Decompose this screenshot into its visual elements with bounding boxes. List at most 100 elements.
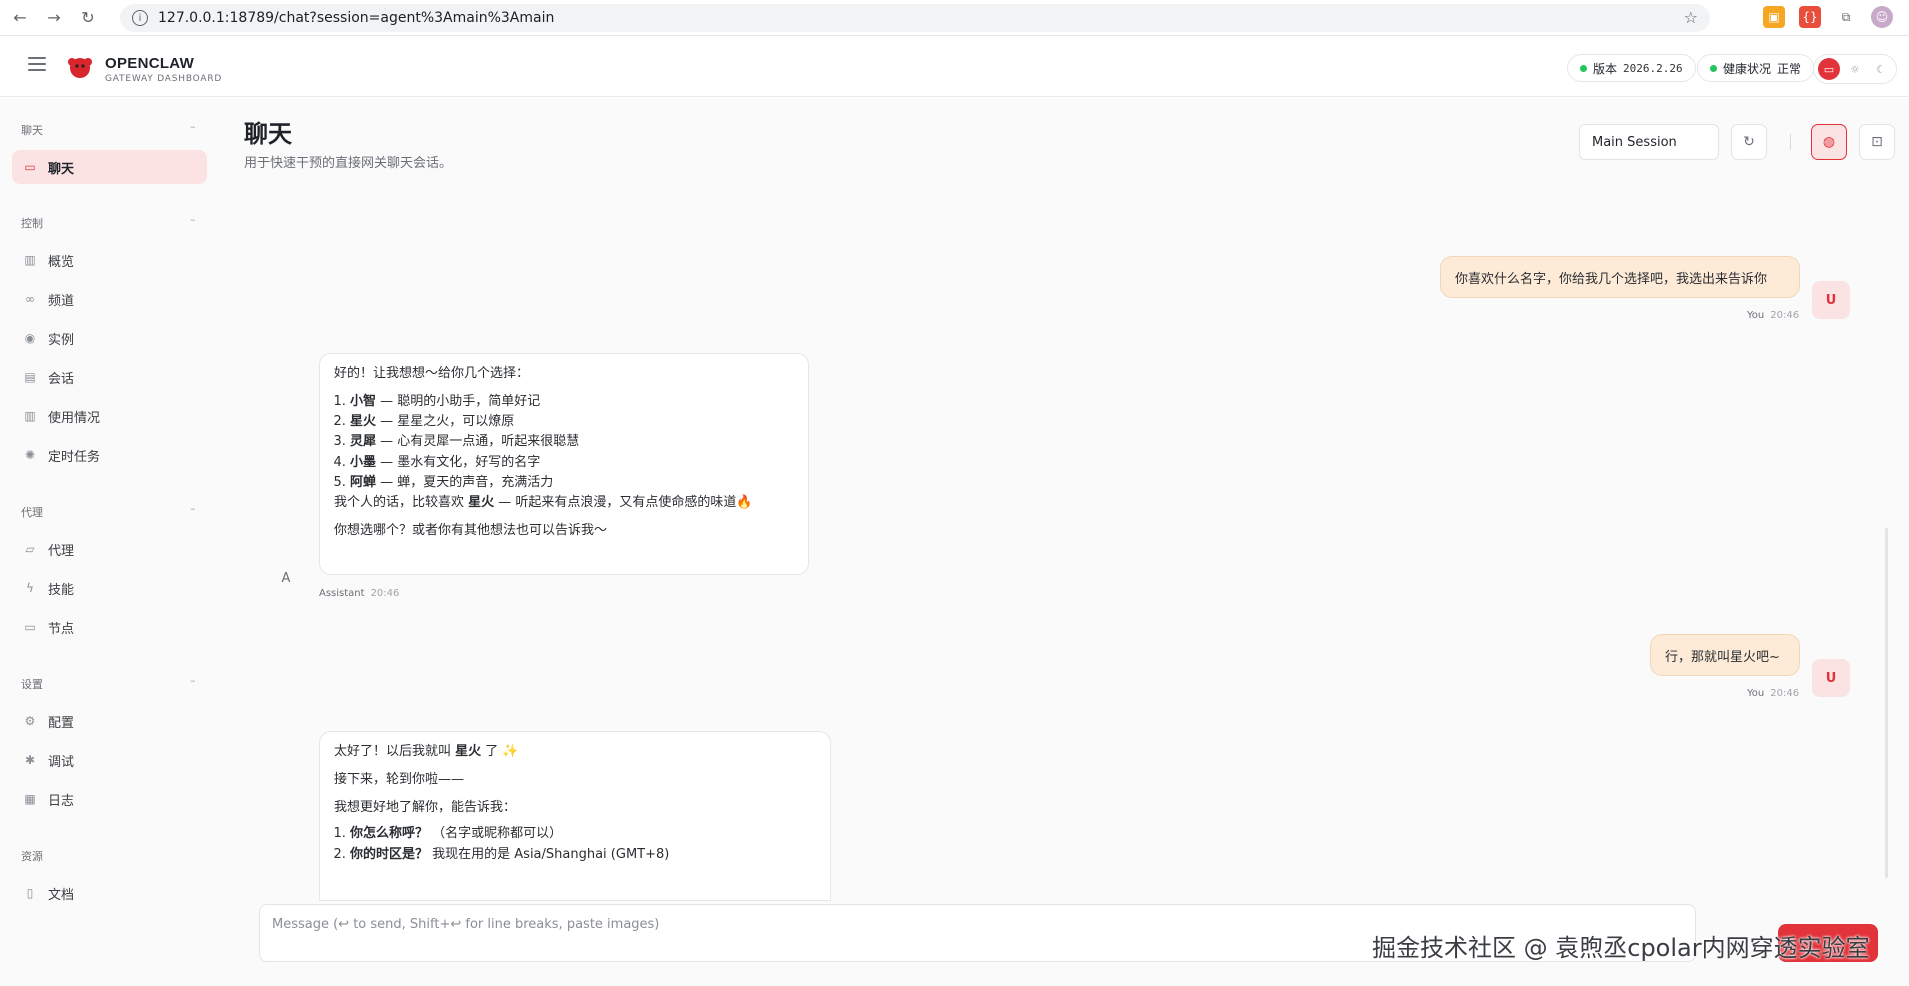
sidebar-item-label: 调试 [48,754,75,770]
log-icon: ▦ [24,792,36,806]
broadcast-icon: ◉ [24,331,36,345]
version-label: 版本 [1593,61,1618,76]
sidebar: 聊天 – ▭ 聊天 控制 – ▥ 概览 ∞ 频道 ◉ 实例 ▤ 会话 ▥ 使用情… [0,98,222,986]
sidebar-item-sessions[interactable]: ▤ 会话 [12,360,207,394]
page-subtitle: 用于快速干预的直接网关聊天会话。 [244,156,453,171]
refresh-icon: ↻ [1743,134,1755,150]
collapse-icon[interactable]: – [190,502,196,515]
chat-icon: ▭ [24,160,36,174]
sidebar-item-cron[interactable]: ✺ 定时任务 [12,438,207,472]
list-item: 小智 — 聪明的小助手，简单好记 [350,392,794,412]
sidebar-item-label: 定时任务 [48,449,101,465]
sidebar-item-usage[interactable]: ▥ 使用情况 [12,399,207,433]
brand-subtitle: GATEWAY DASHBOARD [105,74,223,84]
sidebar-item-channels[interactable]: ∞ 频道 [12,282,207,316]
health-label: 健康状况 [1723,61,1772,76]
version-badge: 版本 2026.2.26 [1567,54,1696,82]
message-text: 我想更好地了解你，能告诉我： [334,800,517,816]
menu-icon[interactable] [28,57,46,71]
message-text: 你想选哪个？或者你有其他想法也可以告诉我～ [334,522,608,538]
refresh-button[interactable]: ↻ [1731,124,1767,160]
link-icon: ∞ [25,292,35,306]
user-avatar: U [1812,281,1850,319]
app-header: OPENCLAW GATEWAY DASHBOARD 版本 2026.2.26 … [0,37,1909,97]
sidebar-item-skills[interactable]: ϟ 技能 [12,571,207,605]
section-title-resources: 资源 [21,850,43,863]
moon-icon[interactable]: ☾ [1870,58,1892,80]
address-bar[interactable]: i 127.0.0.1:18789/chat?session=agent%3Am… [120,4,1710,32]
sidebar-item-overview[interactable]: ▥ 概览 [12,243,207,277]
section-title-chat: 聊天 [21,124,43,137]
sidebar-item-label: 文档 [48,887,75,903]
sidebar-item-agents[interactable]: ▱ 代理 [12,532,207,566]
sun-icon[interactable]: ☼ [1844,58,1866,80]
focus-mode-button[interactable]: ⊡ [1859,124,1895,160]
collapse-icon[interactable]: – [190,120,196,133]
health-value: 正常 [1777,61,1802,76]
sidebar-item-docs[interactable]: ▯ 文档 [12,876,207,910]
theme-switcher: ▭ ☼ ☾ [1813,54,1897,84]
session-select[interactable]: Main Session [1579,124,1719,160]
sidebar-item-label: 技能 [48,582,75,598]
bar-chart-icon: ▥ [24,409,36,423]
sender-name: You [1747,310,1765,321]
monitor-icon[interactable]: ▭ [1818,58,1840,80]
site-info-icon[interactable]: i [132,10,148,26]
health-dot [1710,64,1717,72]
sidebar-item-label: 概览 [48,254,75,270]
section-title-settings: 设置 [21,678,43,691]
status-dot [1580,64,1587,72]
list-item: 星火 — 星星之火，可以燎原 [350,412,794,432]
message-text: 接下来，轮到你啦—— [334,772,465,788]
reload-icon[interactable]: ↻ [74,4,102,32]
file-icon: ▤ [24,370,36,384]
list-item: 你怎么称呼？ （名字或昵称都可以） [350,824,816,844]
health-badge: 健康状况 正常 [1697,54,1815,82]
collapse-icon[interactable]: – [190,213,196,226]
collapse-icon[interactable]: – [190,674,196,687]
user-message: 你喜欢什么名字，你给我几个选择吧，我选出来告诉你 [1440,256,1800,298]
name-options-list: 小智 — 聪明的小助手，简单好记 星火 — 星星之火，可以燎原 灵犀 — 心有灵… [334,392,794,493]
puzzle-icon[interactable]: ⧉ [1835,6,1857,28]
url-text: 127.0.0.1:18789/chat?session=agent%3Amai… [158,10,555,26]
thinking-toggle-button[interactable]: ◍ [1811,124,1847,160]
extension-icon[interactable]: ▣ [1763,6,1785,28]
openclaw-logo-icon [68,58,92,78]
focus-icon: ⊡ [1871,134,1883,150]
extension-icon[interactable]: {} [1799,6,1821,28]
forward-icon[interactable]: → [40,4,68,32]
message-time: 20:46 [1770,310,1800,321]
question-list: 你怎么称呼？ （名字或昵称都可以） 你的时区是？ 我现在用的是 Asia/Sha… [334,824,816,864]
sidebar-item-logs[interactable]: ▦ 日志 [12,782,207,816]
bookmark-star-icon[interactable]: ☆ [1684,8,1698,27]
sidebar-item-nodes[interactable]: ▭ 节点 [12,610,207,644]
assistant-message: 太好了！以后我就叫 星火 了 ✨ 接下来，轮到你啦—— 我想更好地了解你，能告诉… [319,731,831,901]
divider [1790,134,1791,150]
back-icon[interactable]: ← [6,4,34,32]
sidebar-item-debug[interactable]: ✱ 调试 [12,743,207,777]
sidebar-item-label: 会话 [48,371,75,387]
book-icon: ▯ [26,886,34,900]
sidebar-item-config[interactable]: ⚙ 配置 [12,704,207,738]
message-text: 好的！让我想想～给你几个选择： [334,366,530,381]
brand-name: OPENCLAW [105,55,195,72]
sidebar-item-instances[interactable]: ◉ 实例 [12,321,207,355]
sidebar-item-chat[interactable]: ▭ 聊天 [12,150,207,184]
list-item: 小墨 — 墨水有文化，好写的名字 [350,453,794,473]
watermark: 掘金技术社区 @ 袁煦丞cpolar内网穿透实验室 [1372,934,1870,962]
sidebar-item-label: 配置 [48,715,75,731]
sender-name: You [1747,688,1765,699]
version-value: 2026.2.26 [1623,61,1683,75]
sidebar-item-label: 使用情况 [48,410,101,426]
sidebar-item-label: 聊天 [48,161,75,177]
monitor-icon: ▭ [24,620,36,634]
message-meta: You 20:46 [1747,688,1799,699]
message-meta: You 20:46 [1747,310,1799,321]
chat-scrollbar[interactable] [1885,528,1888,878]
bolt-icon: ϟ [26,581,34,595]
sidebar-item-label: 代理 [48,543,75,559]
page-title: 聊天 [244,120,292,148]
profile-avatar[interactable]: ☺ [1871,6,1893,28]
bug-icon: ✱ [24,753,36,767]
browser-toolbar: ← → ↻ i 127.0.0.1:18789/chat?session=age… [0,0,1909,36]
